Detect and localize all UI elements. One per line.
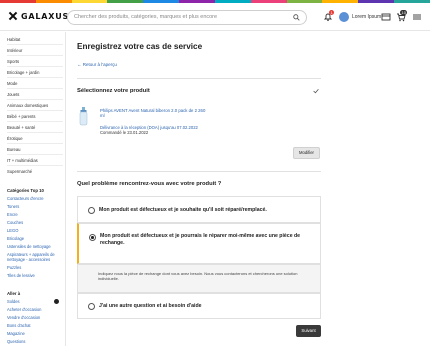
info-text: Indiquez nous la pièce de rechange dont …	[98, 271, 298, 282]
sidebar-item-interieur[interactable]: Intérieur	[7, 48, 63, 53]
sidebar-link[interactable]: Toners	[7, 204, 65, 209]
product-name-link[interactable]: Philips AVENT Avent Natural biberon 2.0 …	[100, 108, 210, 119]
sidebar-item-habitat[interactable]: Habitat	[7, 37, 63, 42]
sidebar-link[interactable]: Aspirateurs + appareils de nettoyage - a…	[7, 252, 65, 262]
divider	[7, 66, 63, 67]
problem-option-self-repair[interactable]: Mon produit est défectueux et je pourrai…	[77, 223, 321, 264]
logo-x-icon	[8, 11, 18, 21]
divider	[7, 88, 63, 89]
sidebar-link[interactable]: Magazine	[7, 331, 65, 336]
divider	[7, 99, 63, 100]
sidebar-link[interactable]: Couches	[7, 220, 65, 225]
sidebar-item-supermarche[interactable]: Supermarché	[7, 169, 63, 174]
sidebar-heading-top10: Catégories Top 10	[7, 188, 44, 193]
divider	[7, 143, 63, 144]
back-link[interactable]: ← Retour à l'aperçu	[77, 62, 117, 67]
sidebar-item-bricolage[interactable]: Bricolage + jardin	[7, 70, 63, 75]
sidebar-link[interactable]: Ustensiles de nettoyage	[7, 244, 65, 249]
new-dot-icon	[54, 299, 59, 304]
option-label: J'ai une autre question et ai besoin d'a…	[99, 303, 202, 309]
notification-badge: 1	[329, 10, 335, 15]
sidebar-item-it[interactable]: IT + multimédias	[7, 158, 63, 163]
top-header: GALAXUS Chercher des produits, catégorie…	[0, 3, 430, 31]
next-button[interactable]: Suivant	[296, 325, 321, 337]
username[interactable]: Lorem Ipsum	[352, 14, 381, 20]
sidebar-link[interactable]: Vendre d'occasion	[7, 315, 65, 320]
check-icon	[313, 88, 319, 94]
sidebar-link[interactable]: Questions	[7, 339, 65, 344]
search-icon[interactable]	[293, 14, 300, 21]
divider	[7, 165, 63, 166]
divider	[7, 121, 63, 122]
divider	[7, 154, 63, 155]
product-bottle-image	[79, 107, 88, 126]
cart-badge: 10	[400, 10, 408, 15]
sidebar-heading-aller: Aller à	[7, 291, 21, 296]
sidebar-item-erotique[interactable]: Érotique	[7, 136, 63, 141]
section-title-problem: Quel problème rencontrez-vous avec votre…	[77, 181, 222, 187]
sidebar-item-mode[interactable]: Mode	[7, 81, 63, 86]
search-input[interactable]: Chercher des produits, catégories, marqu…	[67, 10, 307, 25]
logo[interactable]: GALAXUS	[8, 11, 69, 21]
option-label: Mon produit est défectueux et je souhait…	[99, 207, 267, 213]
search-placeholder: Chercher des produits, catégories, marqu…	[74, 14, 218, 20]
logo-text: GALAXUS	[21, 11, 70, 21]
radio-replace[interactable]	[88, 207, 95, 214]
sidebar-item-bebe[interactable]: Bébé + parents	[7, 114, 63, 119]
divider	[77, 78, 321, 79]
divider	[7, 110, 63, 111]
page-title: Enregistrez votre cas de service	[77, 42, 203, 51]
sidebar-item-sports[interactable]: Sports	[7, 59, 63, 64]
sidebar-link[interactable]: Contacteurs d'encre	[7, 196, 65, 201]
sidebar-link[interactable]: Bricolage	[7, 236, 65, 241]
compare-icon[interactable]	[381, 12, 391, 22]
option-label: Mon produit est défectueux et je pourrai…	[100, 233, 301, 246]
sidebar-link[interactable]: Tiles de lessive	[7, 273, 65, 278]
problem-option-replace[interactable]: Mon produit est défectueux et je souhait…	[77, 196, 321, 223]
problem-option-other[interactable]: J'ai une autre question et ai besoin d'a…	[77, 293, 321, 319]
radio-self-repair[interactable]	[89, 234, 96, 241]
divider	[77, 171, 321, 172]
radio-other[interactable]	[88, 303, 95, 310]
sidebar-item-animaux[interactable]: Animaux domestiques	[7, 103, 63, 108]
sidebar-item-bureau[interactable]: Bureau	[7, 147, 63, 152]
modify-button[interactable]: Modifier	[293, 147, 320, 159]
avatar[interactable]	[339, 12, 349, 22]
sidebar-link[interactable]: LEGO	[7, 228, 65, 233]
sidebar-link[interactable]: Encre	[7, 212, 65, 217]
sidebar-link[interactable]: Acheter d'occasion	[7, 307, 65, 312]
sidebar-link[interactable]: Bons d'achat	[7, 323, 65, 328]
divider	[7, 55, 63, 56]
divider	[7, 77, 63, 78]
sidebar: Habitat Intérieur Sports Bricolage + jar…	[0, 32, 66, 346]
divider	[7, 132, 63, 133]
menu-icon[interactable]	[412, 12, 422, 22]
sidebar-link[interactable]: Puzzles	[7, 265, 65, 270]
section-title-product: Sélectionnez votre produit	[77, 88, 150, 94]
product-order-date: Commandé le 23.01.2022	[100, 130, 149, 135]
sidebar-item-beaute[interactable]: Beauté + santé	[7, 125, 63, 130]
divider	[7, 44, 63, 45]
info-box: Indiquez nous la pièce de rechange dont …	[77, 264, 321, 293]
sidebar-item-jouets[interactable]: Jouets	[7, 92, 63, 97]
back-link-label: Retour à l'aperçu	[82, 62, 117, 67]
